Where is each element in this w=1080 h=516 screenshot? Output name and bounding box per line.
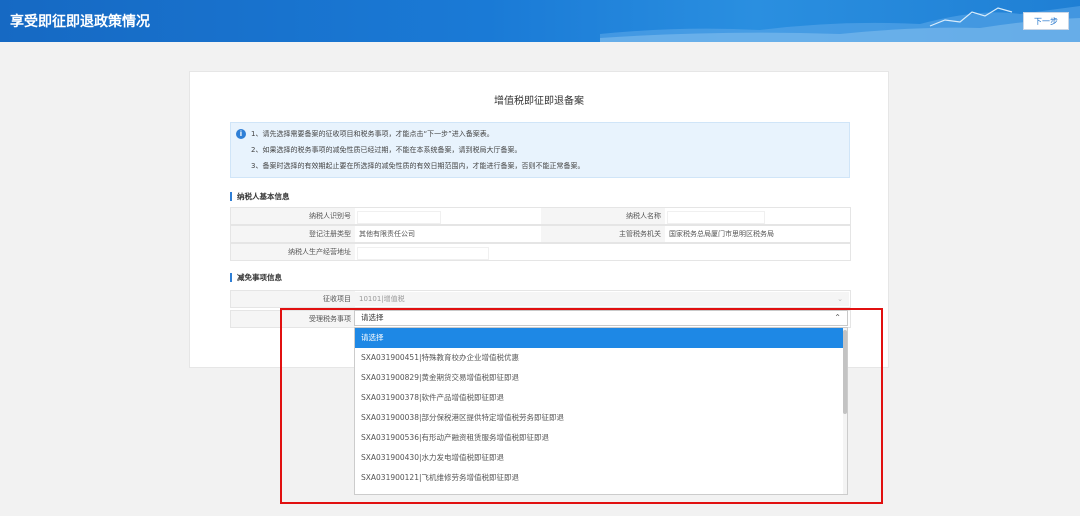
next-step-button[interactable]: 下一步 [1023,12,1069,30]
levy-item-label: 征收项目 [231,291,355,307]
taxpayer-row-3: 纳税人生产经营地址 [230,243,851,261]
decorative-landscape-icon [600,6,1080,42]
levy-item-value: 10101|增值税 [359,295,405,303]
notice-box: i 1、请先选择需要备案的征收项目和税务事项，才能点击“下一步”进入备案表。 2… [230,122,850,178]
taxpayer-section-title: 纳税人基本信息 [230,192,290,201]
taxpayer-name-label: 纳税人名称 [541,208,665,224]
taxpayer-row-2: 登记注册类型 其他有限责任公司 主管税务机关 国家税务总局厦门市思明区税务局 [230,225,851,243]
tax-authority-value: 国家税务总局厦门市思明区税务局 [669,230,774,238]
reg-type-value: 其他有限责任公司 [359,230,415,238]
exemption-section-title: 减免事项信息 [230,273,282,282]
tax-authority-label: 主管税务机关 [541,226,665,242]
notice-line-3: 3、备案时选择的有效期起止要在所选择的减免性质的有效日期范围内，才能进行备案，否… [251,162,585,170]
tax-id-redacted [357,211,441,224]
taxpayer-row-1: 纳税人识别号 纳税人名称 [230,207,851,225]
levy-item-row: 征收项目 10101|增值税 ⌄ [230,290,851,308]
address-label: 纳税人生产经营地址 [231,244,355,260]
top-header-bar: 享受即征即退政策情况 下一步 [0,0,1080,42]
red-highlight-box [280,308,883,504]
chevron-down-icon: ⌄ [837,295,843,303]
card-title: 增值税即征即退备案 [494,96,584,107]
reg-type-label: 登记注册类型 [231,226,355,242]
tax-id-label: 纳税人识别号 [231,208,355,224]
notice-line-1: 1、请先选择需要备案的征收项目和税务事项，才能点击“下一步”进入备案表。 [251,130,494,138]
address-redacted [357,247,489,260]
page-title: 享受即征即退政策情况 [10,14,150,30]
info-icon: i [236,129,246,139]
taxpayer-name-redacted [667,211,765,224]
notice-line-2: 2、如果选择的税务事项的减免性质已经过期，不能在本系统备案，请到税局大厅备案。 [251,146,522,154]
levy-item-select: 10101|增值税 ⌄ [355,292,849,306]
